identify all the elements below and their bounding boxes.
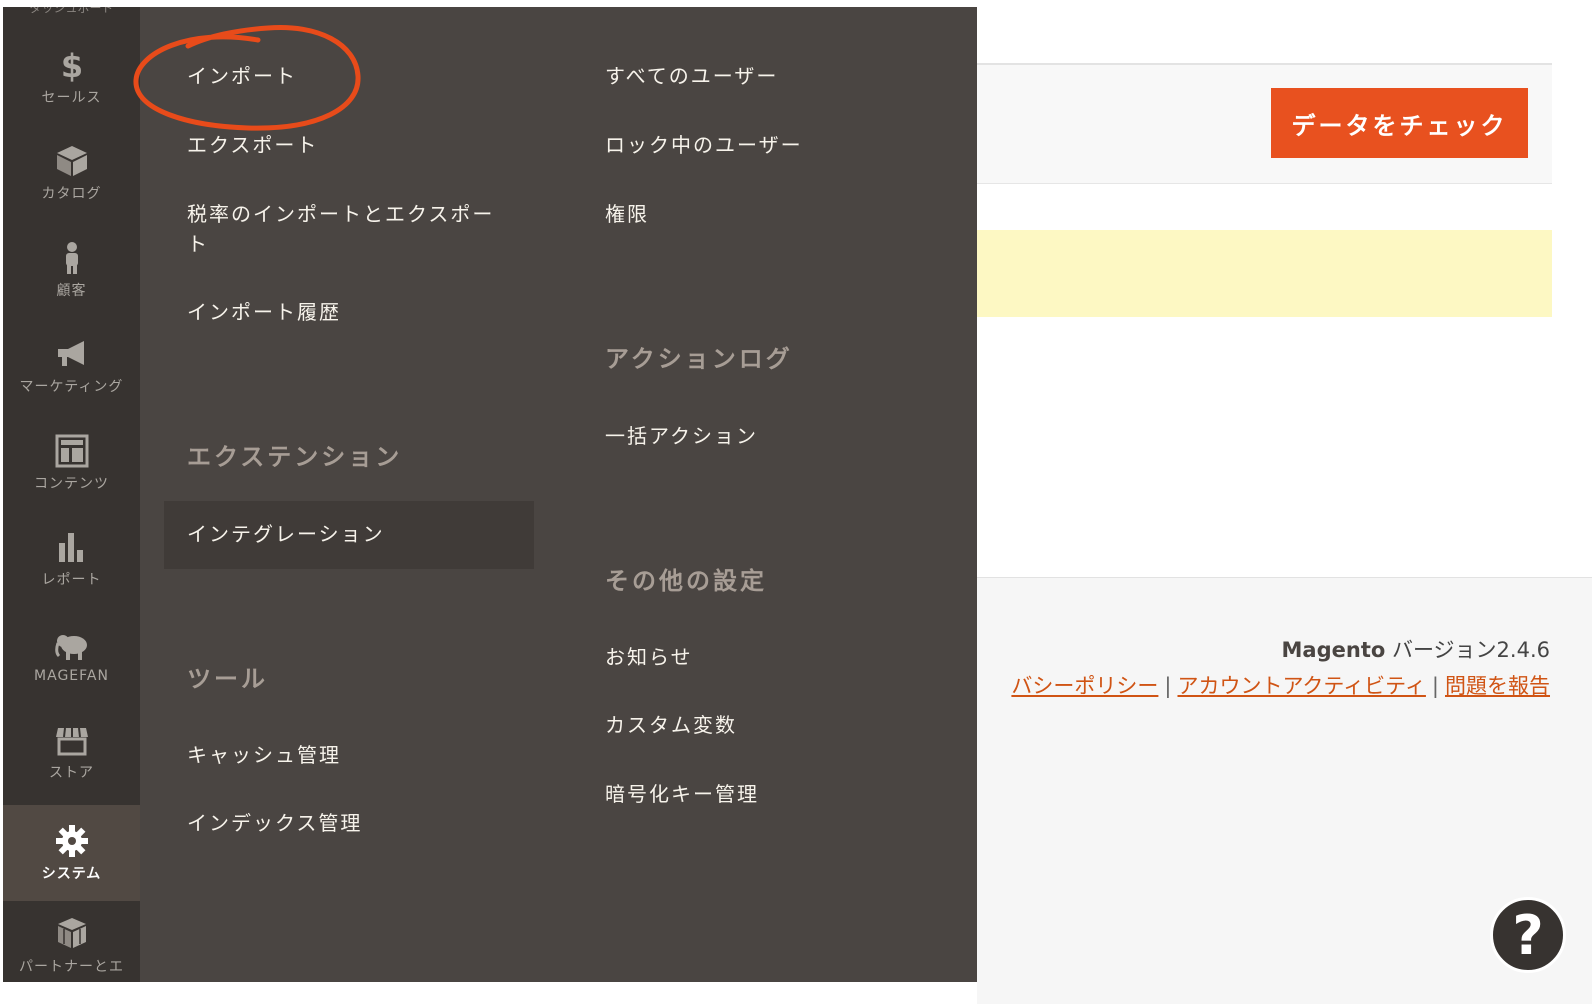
sidebar-item-system[interactable]: システム bbox=[3, 805, 140, 901]
bar-chart-icon bbox=[58, 533, 83, 562]
sidebar-item-stores[interactable]: ストア bbox=[3, 706, 140, 798]
storefront-icon bbox=[55, 727, 88, 756]
sidebar-item-dashboard-cut[interactable]: ダッシュボード bbox=[3, 7, 140, 16]
sidebar-item-label: システム bbox=[41, 866, 102, 882]
privacy-policy-link[interactable]: バシーポリシー bbox=[1011, 674, 1158, 698]
menu-link-bulk-actions[interactable]: 一括アクション bbox=[605, 421, 758, 451]
check-data-button[interactable]: データをチェック bbox=[1271, 88, 1528, 158]
menu-link-index-management[interactable]: インデックス管理 bbox=[187, 808, 362, 838]
gear-icon bbox=[55, 825, 88, 857]
menu-link-import-history[interactable]: インポート履歴 bbox=[187, 297, 341, 327]
sidebar-item-label: セールス bbox=[41, 90, 102, 106]
sidebar-item-sales[interactable]: $ セールス bbox=[3, 31, 140, 123]
admin-sidebar: ダッシュボード $ セールス カタログ 顧客 マーケティング コンテンツ レポー… bbox=[3, 7, 140, 982]
footer-links: バシーポリシー | アカウントアクティビティ | 問題を報告 bbox=[1011, 670, 1550, 700]
megaphone-icon bbox=[57, 341, 84, 366]
sidebar-item-content[interactable]: コンテンツ bbox=[3, 417, 140, 509]
footer-separator: | bbox=[1431, 674, 1439, 698]
sidebar-item-marketing[interactable]: マーケティング bbox=[3, 320, 140, 412]
version-number: バージョン2.4.6 bbox=[1385, 638, 1550, 662]
sidebar-item-partners[interactable]: パートナーとエ bbox=[3, 900, 140, 982]
menu-link-permissions[interactable]: 権限 bbox=[605, 199, 649, 229]
menu-link-all-users[interactable]: すべてのユーザー bbox=[605, 61, 778, 91]
sidebar-item-customers[interactable]: 顧客 bbox=[3, 224, 140, 316]
sidebar-item-label: MAGEFAN bbox=[34, 668, 109, 684]
dollar-icon: $ bbox=[60, 47, 82, 83]
cubes-icon bbox=[57, 918, 86, 948]
menu-heading-other-settings: その他の設定 bbox=[605, 567, 767, 595]
report-issue-link[interactable]: 問題を報告 bbox=[1445, 674, 1550, 698]
menu-heading-tools: ツール bbox=[187, 665, 268, 693]
svg-text:$: $ bbox=[60, 47, 82, 83]
sidebar-item-label: レポート bbox=[41, 572, 102, 588]
box-icon bbox=[56, 146, 87, 176]
menu-link-export[interactable]: エクスポート bbox=[187, 130, 318, 160]
version-info: Magento バージョン2.4.6 bbox=[1282, 634, 1550, 664]
menu-heading-extensions: エクステンション bbox=[187, 443, 403, 471]
layout-icon bbox=[55, 434, 88, 468]
menu-link-custom-variables[interactable]: カスタム変数 bbox=[605, 710, 737, 740]
menu-link-notifications[interactable]: お知らせ bbox=[605, 642, 693, 672]
sidebar-item-magefan[interactable]: MAGEFAN bbox=[3, 610, 140, 702]
sidebar-item-reports[interactable]: レポート bbox=[3, 513, 140, 605]
menu-link-tax-rates-import-export[interactable]: 税率のインポートとエクスポート bbox=[187, 199, 507, 259]
sidebar-item-label: コンテンツ bbox=[34, 476, 109, 492]
notice-message-bar bbox=[977, 230, 1552, 317]
menu-link-integrations[interactable]: インテグレーション bbox=[187, 519, 385, 549]
sidebar-item-label: ストア bbox=[49, 765, 94, 781]
version-brand: Magento bbox=[1281, 638, 1386, 662]
person-icon bbox=[65, 242, 78, 274]
account-activity-link[interactable]: アカウントアクティビティ bbox=[1177, 674, 1425, 698]
elephant-icon bbox=[54, 635, 87, 660]
help-button[interactable]: ? bbox=[1490, 897, 1566, 973]
system-flyout-menu: インポート エクスポート 税率のインポートとエクスポート インポート履歴 エクス… bbox=[140, 7, 977, 982]
sidebar-item-label: 顧客 bbox=[56, 283, 87, 299]
sidebar-item-catalog[interactable]: カタログ bbox=[3, 127, 140, 219]
menu-link-cache-management[interactable]: キャッシュ管理 bbox=[187, 740, 341, 770]
sidebar-item-label: パートナーとエ bbox=[19, 959, 124, 975]
menu-link-locked-users[interactable]: ロック中のユーザー bbox=[605, 130, 803, 160]
menu-link-import[interactable]: インポート bbox=[187, 61, 297, 91]
footer-separator: | bbox=[1164, 674, 1172, 698]
sidebar-item-label: カタログ bbox=[41, 186, 102, 202]
menu-heading-action-log: アクションログ bbox=[605, 345, 793, 373]
menu-link-encryption-key[interactable]: 暗号化キー管理 bbox=[605, 779, 759, 809]
sidebar-item-label: マーケティング bbox=[19, 379, 124, 395]
